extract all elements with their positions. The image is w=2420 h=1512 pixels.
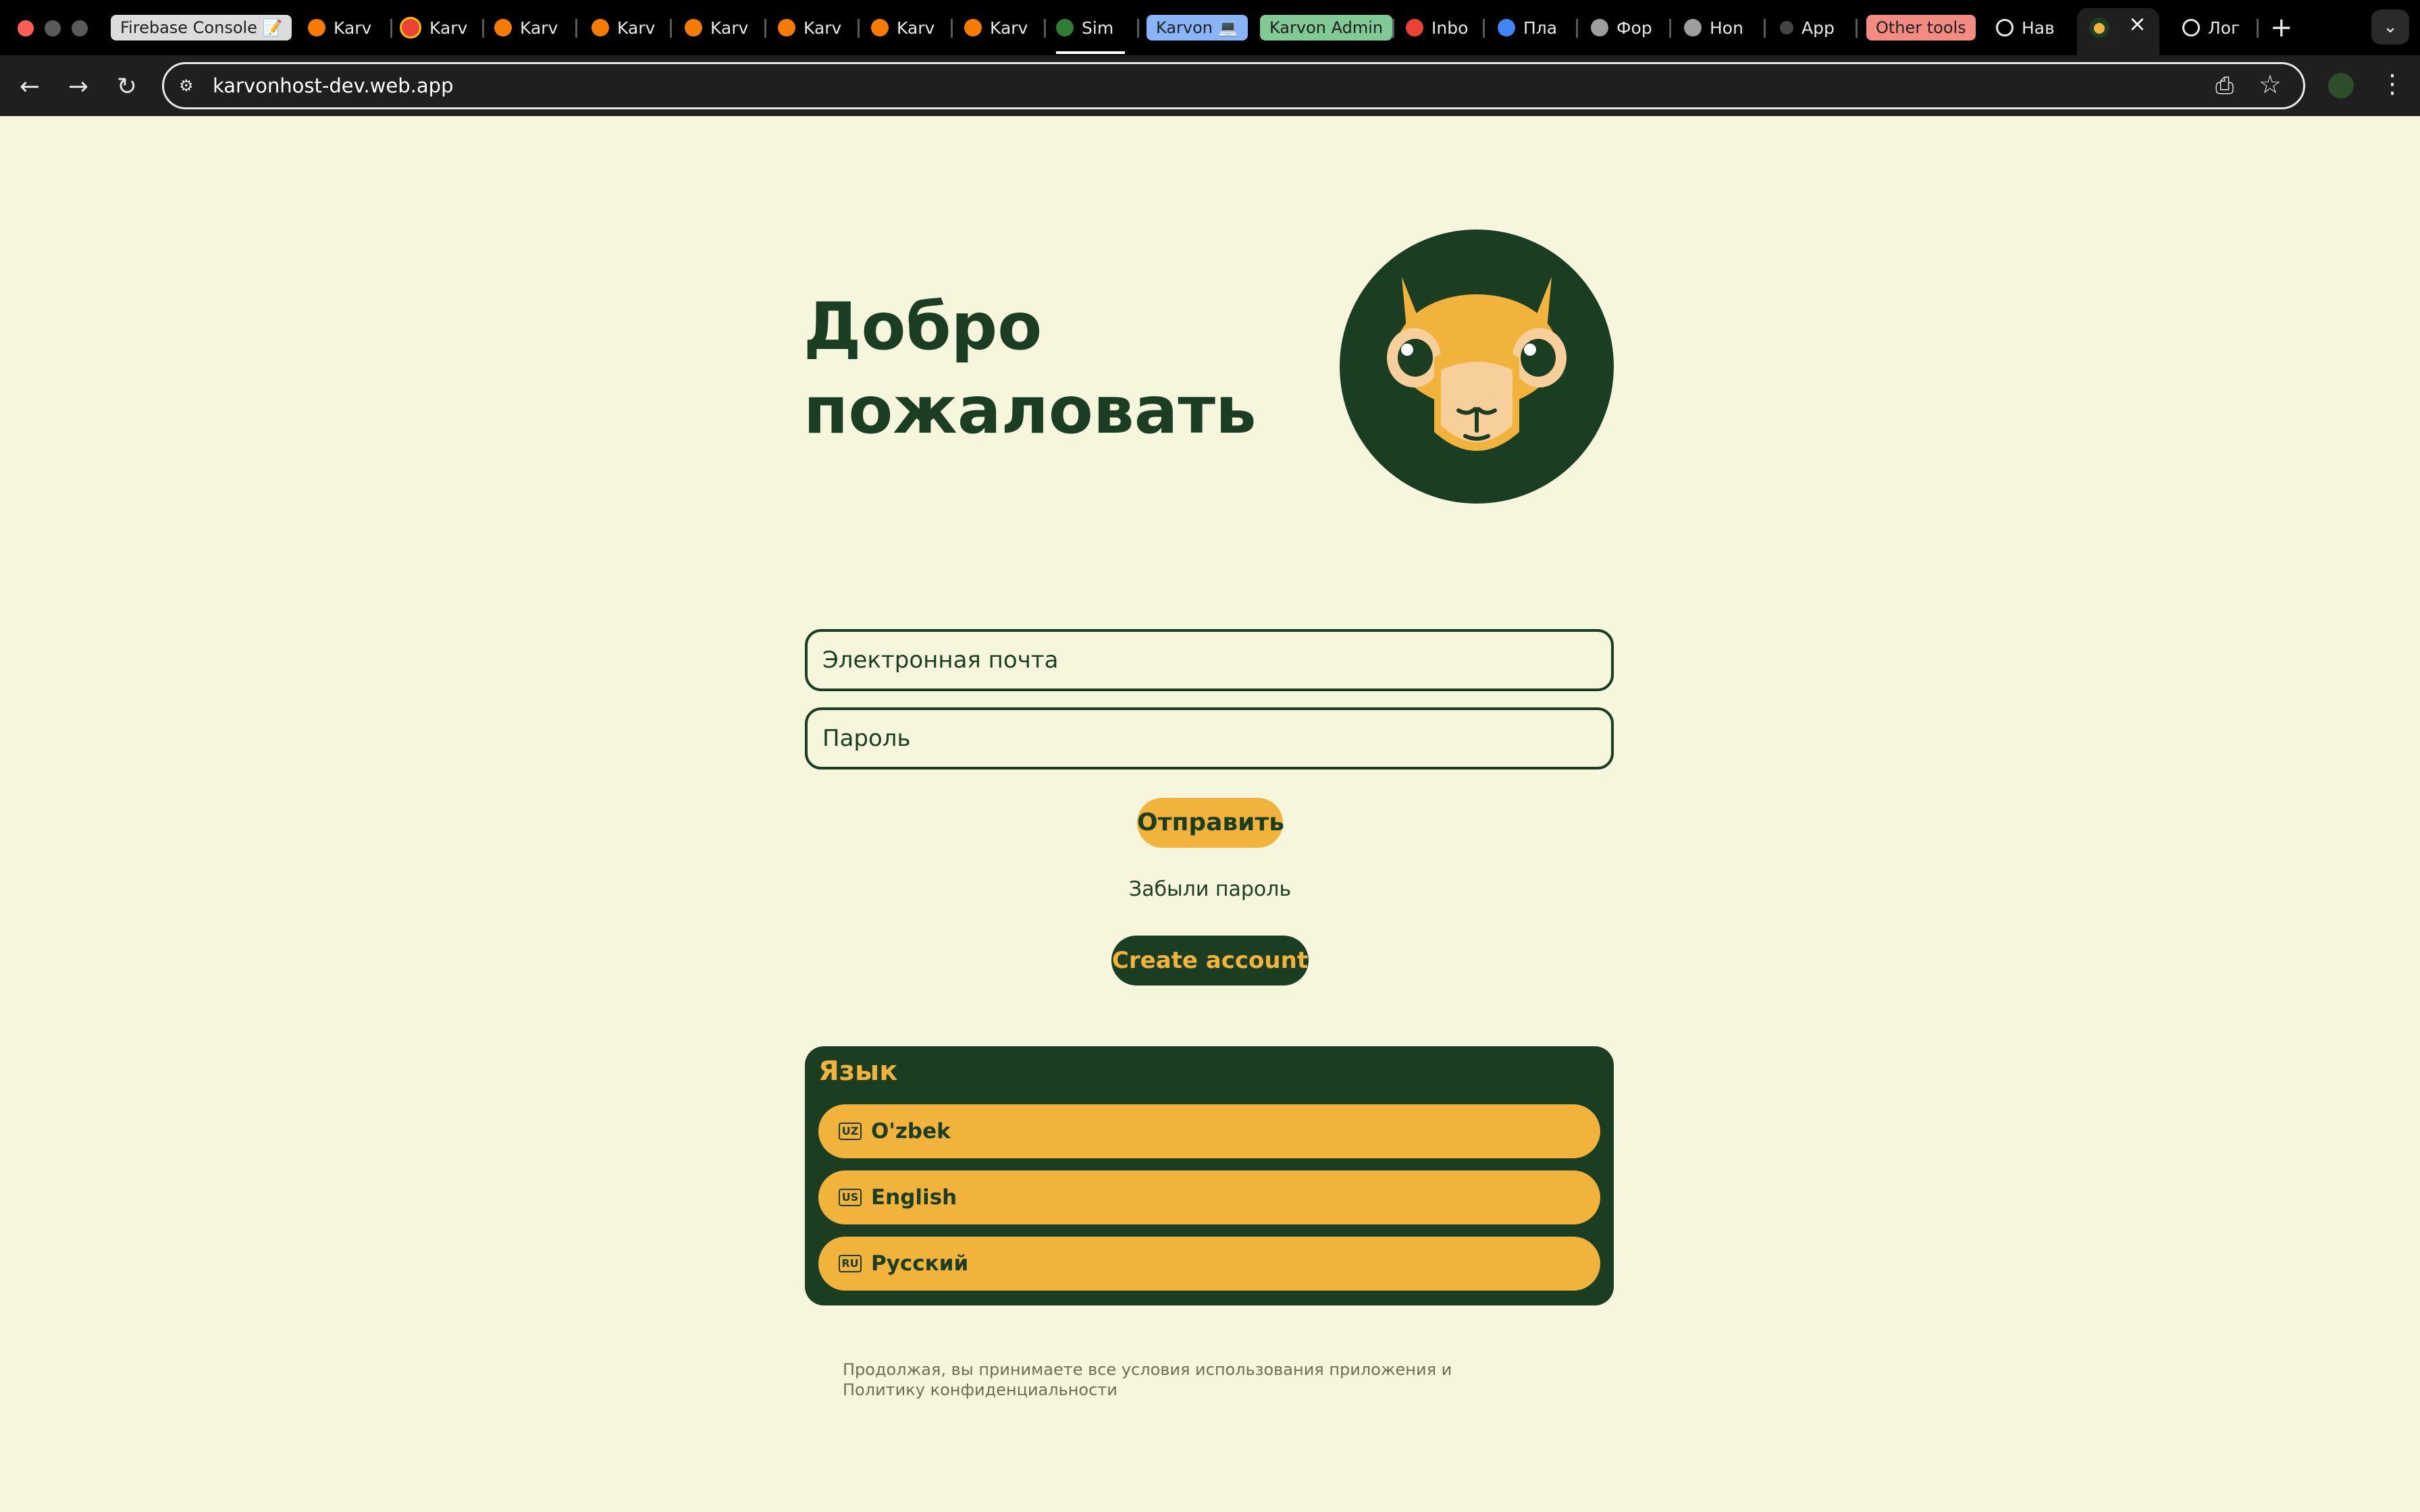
forward-button[interactable]: →	[61, 69, 96, 104]
back-button[interactable]: ←	[12, 69, 47, 104]
flag-uz-icon: UZ	[839, 1123, 862, 1140]
flag-us-icon: US	[839, 1189, 862, 1206]
tab-nav[interactable]: Нав	[1996, 8, 2063, 47]
tab-group-label[interactable]: Karvon Admin	[1260, 15, 1393, 40]
close-tab-icon[interactable]: ×	[2128, 11, 2147, 36]
more-menu-icon[interactable]: ⋮	[2379, 69, 2405, 99]
firebase-icon	[685, 19, 702, 36]
tab-karvon-6[interactable]: Karv	[778, 8, 845, 47]
close-window-button[interactable]	[18, 20, 34, 36]
globe-icon	[1684, 19, 1702, 36]
language-option-russian[interactable]: RU Русский	[818, 1237, 1600, 1291]
tab-group-label[interactable]: Firebase Console 📝	[111, 15, 292, 40]
tab-firebase-console[interactable]: Firebase Console 📝	[111, 8, 292, 47]
language-label: O'zbek	[871, 1119, 951, 1143]
language-title: Язык	[818, 1056, 898, 1087]
tab-karvon-7[interactable]: Karv	[871, 8, 939, 47]
tab-sim[interactable]: Sim	[1056, 8, 1126, 47]
language-label: Русский	[871, 1251, 969, 1276]
language-option-english[interactable]: US English	[818, 1170, 1600, 1224]
extension-icon[interactable]	[2328, 73, 2354, 99]
email-field[interactable]	[805, 629, 1614, 691]
minimize-window-button[interactable]	[45, 20, 61, 36]
google-icon	[1591, 19, 1608, 36]
title-line-2: пожаловать	[804, 373, 1257, 448]
check-icon	[1056, 19, 1074, 36]
tab-karvon-1[interactable]: Karv	[308, 8, 375, 47]
page-title: Добро пожаловать	[804, 285, 1317, 452]
firebase-icon	[964, 19, 982, 36]
circle-icon	[2182, 19, 2200, 36]
tab-active[interactable]: ×	[2077, 8, 2159, 55]
url-text[interactable]: karvonhost-dev.web.app	[213, 64, 453, 107]
submit-button[interactable]: Отправить	[1137, 798, 1284, 848]
title-line-1: Добро	[804, 289, 1043, 364]
tab-karvon-2[interactable]: Karv	[400, 8, 467, 47]
tab-karvon-5[interactable]: Karv	[685, 8, 752, 47]
tab-karvon-8[interactable]: Karv	[964, 8, 1032, 47]
chrome-icon	[400, 17, 421, 38]
flag-ru-icon: RU	[839, 1255, 862, 1272]
tab-karvon-3[interactable]: Karv	[494, 8, 562, 47]
create-account-button[interactable]: Create account	[1111, 936, 1309, 986]
tab-log[interactable]: Лог	[2182, 8, 2247, 47]
tab-pla[interactable]: Пла	[1498, 8, 1562, 47]
tab-for[interactable]: Фор	[1591, 8, 1656, 47]
firebase-icon	[591, 19, 609, 36]
tab-inbox[interactable]: Inbo	[1406, 8, 1471, 47]
tab-search-button[interactable]: ⌄	[2371, 9, 2409, 45]
address-bar[interactable]: ⚙ karvonhost-dev.web.app ⎙ ☆	[162, 62, 2305, 109]
tab-group-karvon-admin[interactable]: Karvon Admin	[1260, 8, 1393, 47]
apple-icon	[1780, 21, 1793, 34]
language-card: Язык UZ O'zbek US English RU Русский	[805, 1046, 1614, 1305]
new-tab-button[interactable]: +	[2270, 8, 2293, 47]
terms-notice: Продолжая, вы принимаете все условия исп…	[843, 1360, 1452, 1399]
tab-group-label[interactable]: Other tools	[1866, 15, 1976, 40]
site-settings-icon[interactable]: ⚙	[179, 76, 201, 95]
language-option-uzbek[interactable]: UZ O'zbek	[818, 1104, 1600, 1158]
firebase-icon	[871, 19, 889, 36]
tab-karvon-4[interactable]: Karv	[591, 8, 659, 47]
tab-group-other-tools[interactable]: Other tools	[1866, 8, 1976, 47]
gmail-icon	[1406, 19, 1423, 36]
tab-group-karvon[interactable]: Karvon 💻	[1147, 8, 1248, 47]
globe-icon	[1498, 19, 1515, 36]
maximize-window-button[interactable]	[72, 20, 88, 36]
tab-group-label[interactable]: Karvon 💻	[1147, 15, 1248, 40]
circle-icon	[1996, 19, 2014, 36]
password-field[interactable]	[805, 707, 1614, 770]
camel-favicon-icon	[2089, 18, 2109, 38]
firebase-icon	[494, 19, 512, 36]
tab-hon[interactable]: Hon	[1684, 8, 1749, 47]
forgot-password-link[interactable]: Забыли пароль	[1080, 878, 1340, 901]
bookmark-star-icon[interactable]: ☆	[2259, 70, 2282, 99]
firebase-icon	[778, 19, 795, 36]
tab-app[interactable]: App	[1780, 8, 1845, 47]
language-label: English	[871, 1185, 957, 1210]
browser-chrome: × Firebase Console 📝 Karv Karv Karv Karv…	[0, 0, 2420, 116]
install-app-icon[interactable]: ⎙	[2215, 72, 2234, 99]
login-page: Добро пожаловать Отправить Забыли пароль…	[0, 116, 2420, 1512]
reload-button[interactable]: ↻	[109, 69, 144, 104]
browser-toolbar: ← → ↻ ⚙ karvonhost-dev.web.app ⎙ ☆ ⋮	[0, 55, 2420, 116]
tab-strip: × Firebase Console 📝 Karv Karv Karv Karv…	[0, 0, 2420, 55]
camel-mascot-logo	[1340, 230, 1614, 504]
firebase-icon	[308, 19, 325, 36]
